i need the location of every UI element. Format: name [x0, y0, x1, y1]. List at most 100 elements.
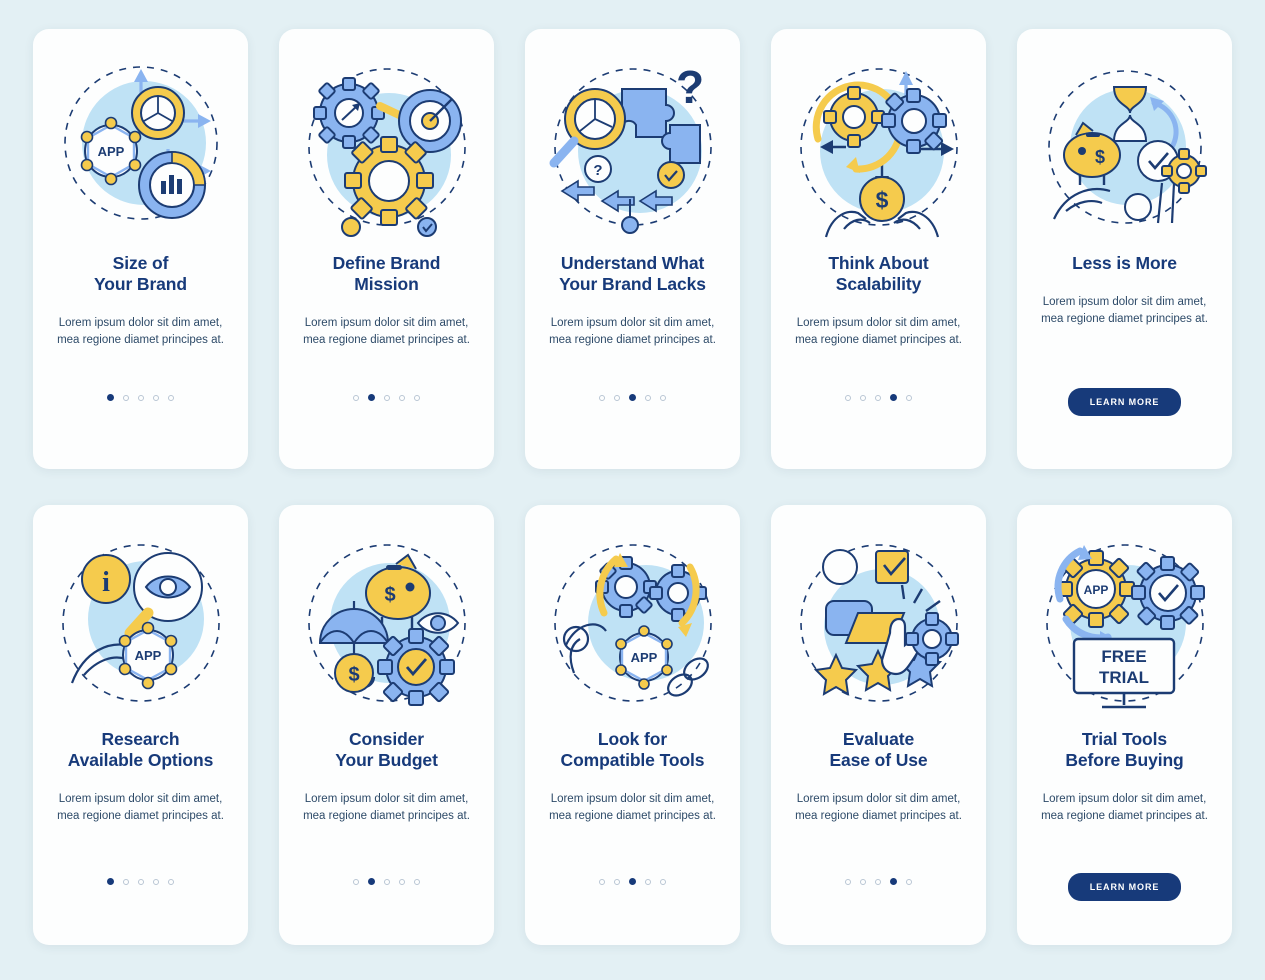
pagination-dot[interactable] — [168, 394, 174, 401]
card-title-line2: Ease of Use — [829, 750, 928, 770]
svg-text:$: $ — [875, 187, 888, 213]
pagination-dot[interactable] — [645, 878, 651, 885]
pagination-dot[interactable] — [123, 878, 129, 885]
pagination-dot[interactable] — [353, 394, 359, 401]
pagination-dot[interactable] — [123, 394, 129, 401]
card-title: Research Available Options — [68, 729, 214, 771]
info-magnifier-app-icon: i APP — [48, 527, 234, 723]
pagination-dot[interactable] — [890, 394, 897, 401]
pagination-dot[interactable] — [660, 878, 666, 885]
card-title-line1: Evaluate — [842, 729, 915, 749]
onboarding-card-trial-tools-before-buying[interactable]: APP FREE TRIAL Trial Tools Before Buying… — [1017, 505, 1232, 945]
pagination-dot[interactable] — [875, 394, 881, 401]
onboarding-card-think-about-scalability[interactable]: $ Think About Scalability Lorem ipsum do… — [771, 29, 986, 469]
pagination-dot[interactable] — [353, 878, 359, 885]
stars-cursor-gear-icon — [786, 527, 972, 723]
gears-target-icon — [294, 51, 480, 247]
learn-more-button[interactable]: LEARN MORE — [1067, 873, 1182, 901]
pagination-dot[interactable] — [168, 878, 174, 885]
pagination-dot[interactable] — [906, 878, 912, 885]
pagination-dot[interactable] — [890, 878, 897, 885]
card-title-line1: Size of — [112, 253, 169, 273]
onboarding-card-size-of-your-brand[interactable]: APP Size of Your Brand Lorem ipsum dolor… — [33, 29, 248, 469]
card-title-line2: Your Brand Lacks — [559, 274, 706, 294]
screens-row-1: APP Size of Your Brand Lorem ipsum dolor… — [33, 29, 1232, 469]
card-description: Lorem ipsum dolor sit dim amet, mea regi… — [1041, 296, 1208, 325]
gears-chain-app-icon: APP — [540, 527, 726, 723]
gears-hands-dollar-icon: $ — [786, 51, 972, 247]
pagination-dot[interactable] — [368, 878, 375, 885]
pagination-dot[interactable] — [845, 394, 851, 401]
pagination-dot[interactable] — [860, 394, 866, 401]
pagination-dot[interactable] — [153, 878, 159, 885]
onboarding-card-look-for-compatible-tools[interactable]: APP Look for Compatible Tools Lorem ipsu… — [525, 505, 740, 945]
card-title-line2: Mission — [354, 274, 419, 294]
card-title: Consider Your Budget — [335, 729, 438, 771]
pagination-dot[interactable] — [138, 394, 144, 401]
pagination-dots[interactable] — [525, 394, 740, 401]
pagination-dot[interactable] — [384, 878, 390, 885]
pagination-dot[interactable] — [629, 878, 636, 885]
pagination-dots[interactable] — [33, 394, 248, 401]
pagination-dot[interactable] — [906, 394, 912, 401]
pagination-dot[interactable] — [414, 878, 420, 885]
pagination-dot[interactable] — [399, 878, 405, 885]
onboarding-card-less-is-more[interactable]: $ Less is More Lorem ipsum dolor sit dim… — [1017, 29, 1232, 469]
pagination-dot[interactable] — [399, 394, 405, 401]
pagination-dot[interactable] — [645, 394, 651, 401]
card-title-line2: Your Budget — [335, 750, 438, 770]
piggybank-umbrella-gear-icon: $ $ — [294, 527, 480, 723]
svg-text:$: $ — [348, 664, 359, 686]
pagination-dot[interactable] — [138, 878, 144, 885]
onboarding-card-consider-your-budget[interactable]: $ $ Consider Your Budget Lorem ipsum dol… — [279, 505, 494, 945]
app-network-growth-icon: APP — [48, 51, 234, 247]
pagination-dot[interactable] — [860, 878, 866, 885]
card-title-line1: Research — [101, 729, 180, 749]
pagination-dot[interactable] — [414, 394, 420, 401]
svg-text:TRIAL: TRIAL — [1098, 668, 1148, 687]
pagination-dots[interactable] — [771, 394, 986, 401]
pagination-dot[interactable] — [660, 394, 666, 401]
screens-row-2: i APP Research Available Options Lorem i… — [33, 505, 1232, 945]
card-description: Lorem ipsum dolor sit dim amet, mea regi… — [795, 793, 962, 822]
pagination-dots[interactable] — [771, 878, 986, 885]
card-description: Lorem ipsum dolor sit dim amet, mea regi… — [795, 317, 962, 346]
pagination-dots[interactable] — [33, 878, 248, 885]
pagination-dot[interactable] — [599, 878, 605, 885]
pagination-dot[interactable] — [875, 878, 881, 885]
card-title-line1: Understand What — [560, 253, 705, 273]
pagination-dots[interactable] — [279, 394, 494, 401]
pagination-dot[interactable] — [107, 878, 114, 885]
svg-text:APP: APP — [134, 648, 161, 663]
svg-text:$: $ — [1094, 147, 1104, 167]
card-title: Evaluate Ease of Use — [829, 729, 927, 771]
card-title: Less is More — [1072, 253, 1177, 274]
svg-text:FREE: FREE — [1101, 647, 1146, 666]
pagination-dot[interactable] — [384, 394, 390, 401]
card-description: Lorem ipsum dolor sit dim amet, mea regi… — [1041, 793, 1208, 822]
onboarding-card-evaluate-ease-of-use[interactable]: Evaluate Ease of Use Lorem ipsum dolor s… — [771, 505, 986, 945]
card-title-line2: Compatible Tools — [560, 750, 705, 770]
pagination-dots[interactable] — [279, 878, 494, 885]
card-description: Lorem ipsum dolor sit dim amet, mea regi… — [549, 317, 716, 346]
pagination-dots[interactable] — [525, 878, 740, 885]
pagination-dot[interactable] — [368, 394, 375, 401]
svg-text:i: i — [102, 567, 110, 598]
onboarding-card-define-brand-mission[interactable]: Define Brand Mission Lorem ipsum dolor s… — [279, 29, 494, 469]
svg-text:APP: APP — [1083, 583, 1108, 597]
pagination-dot[interactable] — [107, 394, 114, 401]
card-title-line1: Consider — [348, 729, 425, 749]
onboarding-card-understand-what-your-brand-lacks[interactable]: ? ? Understand What Your Brand Lacks Lor… — [525, 29, 740, 469]
pagination-dot[interactable] — [599, 394, 605, 401]
pagination-dot[interactable] — [614, 394, 620, 401]
learn-more-button[interactable]: LEARN MORE — [1067, 388, 1182, 416]
pagination-dot[interactable] — [845, 878, 851, 885]
pagination-dot[interactable] — [153, 394, 159, 401]
pagination-dot[interactable] — [614, 878, 620, 885]
card-title-line2: Before Buying — [1065, 750, 1184, 770]
card-title: Look for Compatible Tools — [561, 729, 705, 771]
onboarding-card-research-available-options[interactable]: i APP Research Available Options Lorem i… — [33, 505, 248, 945]
card-title-line1: Define Brand — [332, 253, 441, 273]
pagination-dot[interactable] — [629, 394, 636, 401]
card-title-line1: Less is More — [1072, 253, 1177, 273]
